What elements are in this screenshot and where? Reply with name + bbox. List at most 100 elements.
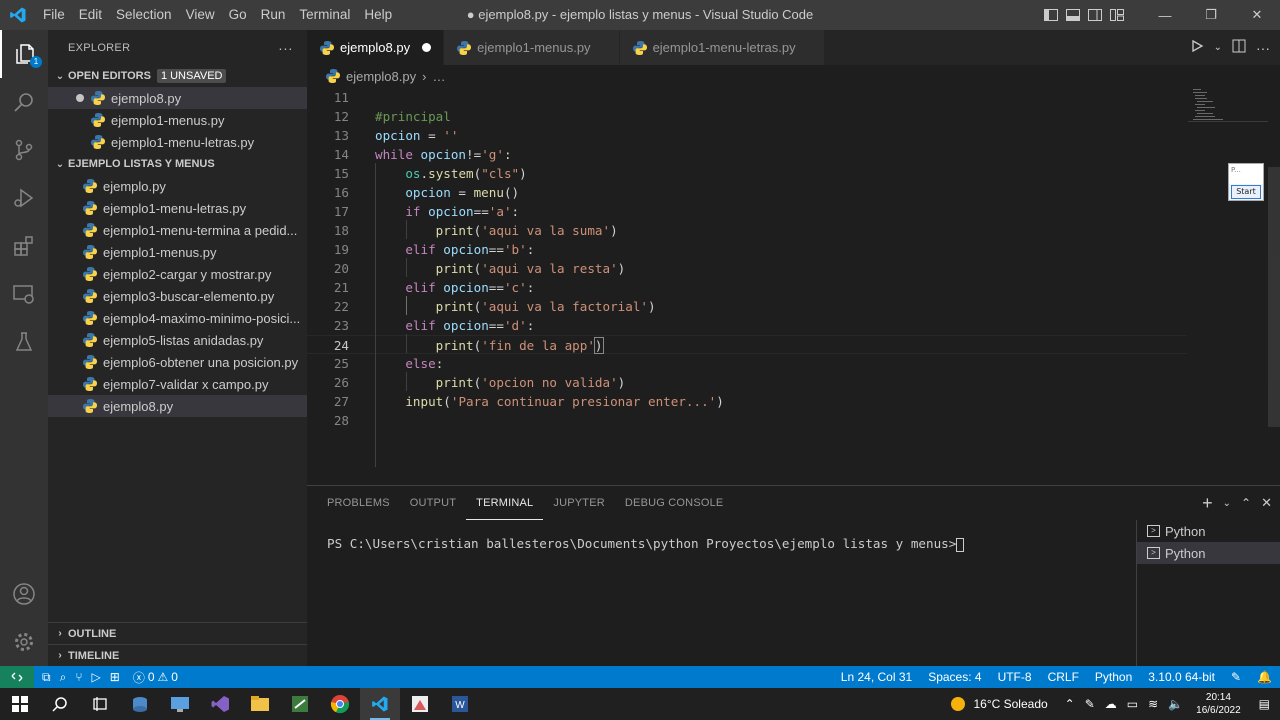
settings-gear-icon[interactable] <box>0 618 48 666</box>
tab-jupyter[interactable]: JUPYTER <box>543 486 615 520</box>
battery-icon[interactable]: ▭ <box>1127 697 1138 711</box>
breadcrumb-file[interactable]: ejemplo8.py <box>346 69 416 84</box>
terminal-instance[interactable]: > Python <box>1137 520 1280 542</box>
customize-layout-icon[interactable] <box>1106 0 1128 30</box>
tab-terminal[interactable]: TERMINAL <box>466 486 544 520</box>
minimap[interactable] <box>1188 87 1268 485</box>
new-terminal-plus-icon[interactable]: + <box>1202 493 1213 514</box>
start-button[interactable]: Start <box>1231 185 1261 199</box>
live-share-icon[interactable]: ⧉ <box>42 670 51 685</box>
visual-studio-icon[interactable] <box>200 688 240 720</box>
maximize-button[interactable]: ❐ <box>1188 0 1234 30</box>
menu-help[interactable]: Help <box>357 0 399 30</box>
file-tree-item[interactable]: ejemplo8.py <box>48 395 307 417</box>
explorer-icon[interactable]: 1 <box>0 30 48 78</box>
file-tree-item[interactable]: ejemplo7-validar x campo.py <box>48 373 307 395</box>
indentation[interactable]: Spaces: 4 <box>920 670 989 684</box>
paint-app-icon[interactable] <box>400 688 440 720</box>
file-tree-item[interactable]: ejemplo5-listas anidadas.py <box>48 329 307 351</box>
run-python-file-icon[interactable] <box>1190 39 1204 56</box>
file-tree-item[interactable]: ejemplo2-cargar y mostrar.py <box>48 263 307 285</box>
terminal-output[interactable]: PS C:\Users\cristian ballesteros\Documen… <box>327 536 965 552</box>
search-icon[interactable] <box>0 78 48 126</box>
chrome-icon[interactable] <box>320 688 360 720</box>
timeline-header[interactable]: › TIMELINE <box>48 644 307 666</box>
python-idle-icon[interactable] <box>280 688 320 720</box>
python-interpreter[interactable]: 3.10.0 64-bit <box>1140 670 1223 684</box>
menu-run[interactable]: Run <box>254 0 293 30</box>
volume-icon[interactable]: 🔈 <box>1168 697 1183 711</box>
maximize-panel-icon[interactable]: ⌃ <box>1241 496 1251 510</box>
tray-chevron-icon[interactable]: ⌃ <box>1065 697 1075 711</box>
open-editor-item[interactable]: ejemplo8.py <box>48 87 307 109</box>
tab-ejemplo1-menu-letras[interactable]: ejemplo1-menu-letras.py <box>619 30 825 65</box>
more-actions-button[interactable]: ··· <box>278 40 293 56</box>
notification-center-icon[interactable]: ▤ <box>1259 697 1270 711</box>
tab-ejemplo8[interactable]: ejemplo8.py <box>307 30 445 65</box>
run-dropdown-chevron-icon[interactable]: ⌄ <box>1214 42 1222 53</box>
notifications-bell-icon[interactable]: 🔔 <box>1249 670 1280 684</box>
tab-problems[interactable]: PROBLEMS <box>317 486 400 520</box>
file-tree-item[interactable]: ejemplo1-menus.py <box>48 241 307 263</box>
close-window-button[interactable]: ✕ <box>1234 0 1280 30</box>
accounts-icon[interactable] <box>0 570 48 618</box>
file-tree-item[interactable]: ejemplo1-menu-letras.py <box>48 197 307 219</box>
tray-cloud-icon[interactable]: ☁ <box>1105 697 1117 711</box>
tab-output[interactable]: OUTPUT <box>400 486 466 520</box>
problems-indicator[interactable]: ⓧ 0 ⚠ 0 <box>133 669 178 686</box>
menu-go[interactable]: Go <box>222 0 254 30</box>
database-app-icon[interactable] <box>120 688 160 720</box>
extensions-icon[interactable] <box>0 222 48 270</box>
file-tree-item[interactable]: ejemplo1-menu-termina a pedid... <box>48 219 307 241</box>
more-actions-icon[interactable]: ··· <box>1256 40 1270 56</box>
open-editor-item[interactable]: ejemplo1-menus.py <box>48 109 307 131</box>
wifi-icon[interactable]: ≋ <box>1148 697 1158 711</box>
remote-explorer-icon[interactable] <box>0 270 48 318</box>
windows-start-icon[interactable] <box>0 688 40 720</box>
file-tree-item[interactable]: ejemplo4-maximo-minimo-posici... <box>48 307 307 329</box>
vertical-scrollbar[interactable] <box>1268 167 1280 427</box>
vscode-taskbar-icon[interactable] <box>360 688 400 720</box>
split-editor-icon[interactable] <box>1232 39 1246 56</box>
menu-edit[interactable]: Edit <box>72 0 109 30</box>
language-mode[interactable]: Python <box>1087 670 1140 684</box>
word-icon[interactable]: W <box>440 688 480 720</box>
weather-text[interactable]: 16°C Soleado <box>973 697 1047 711</box>
toggle-secondary-sidebar-icon[interactable] <box>1084 0 1106 30</box>
outline-header[interactable]: › OUTLINE <box>48 622 307 644</box>
menu-view[interactable]: View <box>179 0 222 30</box>
task-view-icon[interactable] <box>80 688 120 720</box>
open-editors-header[interactable]: ⌄ OPEN EDITORS 1 UNSAVED <box>48 65 307 87</box>
search-icon[interactable]: ⌕ <box>60 670 67 685</box>
file-tree-item[interactable]: ejemplo3-buscar-elemento.py <box>48 285 307 307</box>
unsaved-dot-icon[interactable] <box>422 43 432 52</box>
close-panel-icon[interactable]: ✕ <box>1261 495 1272 511</box>
line-ending[interactable]: CRLF <box>1040 670 1087 684</box>
tab-debug-console[interactable]: DEBUG CONSOLE <box>615 486 734 520</box>
encoding[interactable]: UTF-8 <box>990 670 1040 684</box>
breadcrumb-symbols[interactable]: … <box>432 69 445 84</box>
open-editor-item[interactable]: ejemplo1-menu-letras.py <box>48 131 307 153</box>
file-tree-item[interactable]: ejemplo6-obtener una posicion.py <box>48 351 307 373</box>
testing-icon[interactable] <box>0 318 48 366</box>
desktop-app-icon[interactable] <box>160 688 200 720</box>
feedback-icon[interactable]: ✎ <box>1223 670 1249 684</box>
source-control-icon[interactable]: ⑂ <box>75 670 82 684</box>
run-debug-icon[interactable]: ▷ <box>92 670 101 684</box>
extensions-icon[interactable]: ⊞ <box>110 670 120 684</box>
folder-header[interactable]: ⌄ EJEMPLO LISTAS Y MENUS <box>48 153 307 175</box>
file-tree-item[interactable]: ejemplo.py <box>48 175 307 197</box>
menu-file[interactable]: File <box>36 0 72 30</box>
remote-indicator-icon[interactable] <box>0 666 34 688</box>
menu-selection[interactable]: Selection <box>109 0 179 30</box>
source-control-icon[interactable] <box>0 126 48 174</box>
cursor-position[interactable]: Ln 24, Col 31 <box>833 670 920 684</box>
tray-pen-icon[interactable]: ✎ <box>1085 697 1095 711</box>
menu-terminal[interactable]: Terminal <box>292 0 357 30</box>
toggle-sidebar-icon[interactable] <box>1040 0 1062 30</box>
clock[interactable]: 20:14 16/6/2022 <box>1188 691 1249 717</box>
code-editor[interactable]: 11 12 #principal 13 opcion = '' 14 while opcio… <box>307 87 1280 485</box>
run-debug-icon[interactable] <box>0 174 48 222</box>
file-explorer-icon[interactable] <box>240 688 280 720</box>
tab-ejemplo1-menus[interactable]: ejemplo1-menus.py <box>444 30 620 65</box>
